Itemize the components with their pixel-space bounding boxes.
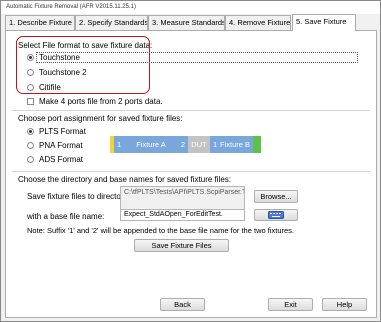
base-name-input[interactable]: Expect_StdAOpen_ForEditTest. xyxy=(120,209,245,221)
touchstone2-label[interactable]: Touchstone 2 xyxy=(39,68,87,77)
fixture-b-left-port: 1 xyxy=(213,140,218,149)
fixture-b-label: Fixture B xyxy=(220,140,251,149)
browse-button[interactable]: Browse... xyxy=(254,190,298,203)
help-button[interactable]: Help xyxy=(322,298,367,311)
annotation-ring xyxy=(16,36,150,94)
touchstone2-radio[interactable] xyxy=(27,69,34,76)
touchstone-radio[interactable] xyxy=(27,54,34,61)
fixture-a-label: Fixture A xyxy=(136,140,166,149)
divider xyxy=(12,171,370,172)
save-fixture-files-button[interactable]: Save Fixture Files xyxy=(134,239,229,252)
make-4port-label[interactable]: Make 4 ports file from 2 ports data. xyxy=(39,97,163,106)
ads-format-label[interactable]: ADS Format xyxy=(39,155,83,164)
tab-remove-fixture[interactable]: 4. Remove Fixture xyxy=(225,15,291,30)
tab-specify-standards[interactable]: 2. Specify Standards xyxy=(75,15,148,30)
touchstone-label[interactable]: Touchstone xyxy=(39,53,80,62)
keyboard-button[interactable] xyxy=(254,209,298,221)
exit-button[interactable]: Exit xyxy=(268,298,313,311)
focus-outline xyxy=(36,52,358,63)
citifile-label[interactable]: Citifile xyxy=(39,83,61,92)
divider xyxy=(12,110,370,111)
citifile-radio[interactable] xyxy=(27,84,34,91)
dut-label: DUT xyxy=(191,140,207,149)
plts-format-radio[interactable] xyxy=(27,128,34,135)
window-title: Automatic Fixture Removal (AFR V2015.11.… xyxy=(1,1,380,14)
ads-format-radio[interactable] xyxy=(27,156,34,163)
make-4port-checkbox[interactable] xyxy=(27,98,34,105)
pna-format-radio[interactable] xyxy=(27,142,34,149)
fixture-a-left-port: 1 xyxy=(117,140,122,149)
fixture-b-box: 1 Fixture B xyxy=(210,136,253,153)
port-assignment-heading: Choose port assignment for saved fixture… xyxy=(18,114,183,123)
save-dir-label: Save fixture files to directory xyxy=(27,192,128,201)
tab-describe-fixture[interactable]: 1. Describe Fixture xyxy=(5,15,75,30)
suffix-note: Note: Suffix '1' and '2' will be appende… xyxy=(27,226,294,235)
port-b-connector xyxy=(253,136,261,153)
fixture-a-box: 1 Fixture A 2 xyxy=(114,136,188,153)
fixture-a-right-port: 2 xyxy=(180,140,185,149)
tab-measure-standards[interactable]: 3. Measure Standards xyxy=(148,15,225,30)
pna-format-label[interactable]: PNA Format xyxy=(39,141,83,150)
afr-window: Automatic Fixture Removal (AFR V2015.11.… xyxy=(0,0,381,322)
keyboard-icon xyxy=(268,211,284,219)
tab-strip: 1. Describe Fixture 2. Specify Standards… xyxy=(5,14,377,31)
base-name-label: with a base file name: xyxy=(27,212,105,221)
directory-heading: Choose the directory and base names for … xyxy=(18,175,231,184)
tab-save-fixture[interactable]: 5. Save Fixture xyxy=(292,14,356,31)
plts-format-label[interactable]: PLTS Format xyxy=(39,127,86,136)
save-fixture-panel: Select File format to save fixture data:… xyxy=(5,30,377,318)
back-button[interactable]: Back xyxy=(160,298,205,311)
